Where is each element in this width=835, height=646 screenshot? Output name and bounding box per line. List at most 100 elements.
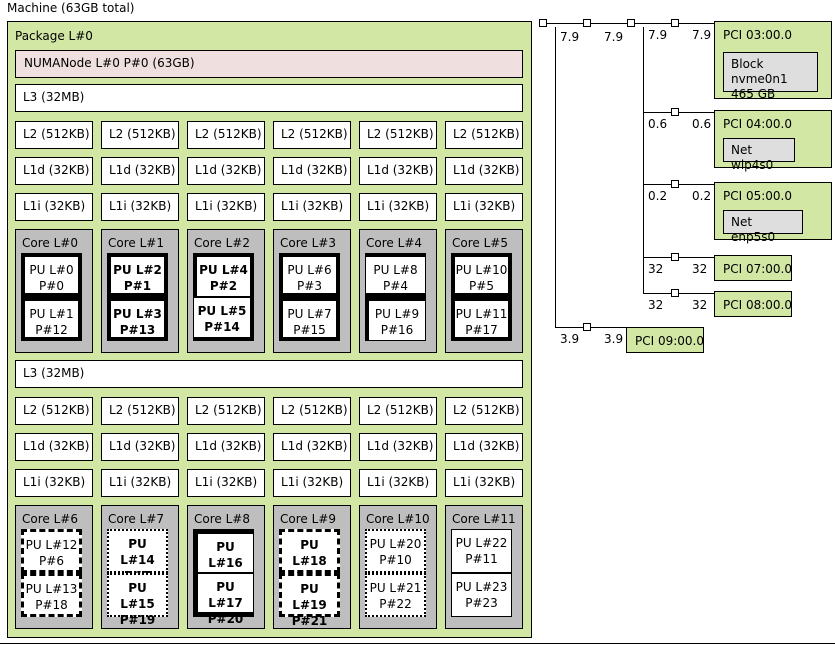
l1d-cache: L1d (32KB) <box>15 157 93 185</box>
l1d-cache: L1d (32KB) <box>101 433 179 461</box>
host-bridge-port <box>539 19 547 27</box>
l1i-cache: L1i (32KB) <box>187 469 265 497</box>
pu-box: PU L#10 P#5 <box>451 253 512 297</box>
package-label: Package L#0 <box>15 29 93 43</box>
core-box: Core L#0 PU L#0 P#0 PU L#1 P#12 <box>15 229 93 353</box>
bw-label: 3.9 <box>604 332 624 346</box>
bw-label: 32 <box>692 262 708 276</box>
l1d-cache: L1d (32KB) <box>15 433 93 461</box>
pu-box: PU L#17 P#20 <box>193 573 254 626</box>
l1i-cache: L1i (32KB) <box>273 469 351 497</box>
bw-label: 32 <box>648 262 664 276</box>
l2-cache-label: L2 (512KB) <box>281 127 348 141</box>
l1i-cache: L1i (32KB) <box>15 469 93 497</box>
l2-cache-label: L2 (512KB) <box>23 403 90 417</box>
l1d-cache-label: L1d (32KB) <box>453 439 520 453</box>
core-label: Core L#2 <box>194 236 250 250</box>
l2-cache-label: L2 (512KB) <box>109 403 176 417</box>
l2-cache-label: L2 (512KB) <box>23 127 90 141</box>
l1i-cache-label: L1i (32KB) <box>453 475 516 489</box>
l1d-cache: L1d (32KB) <box>445 157 523 185</box>
l1i-cache-label: L1i (32KB) <box>453 199 516 213</box>
pci-port <box>671 108 679 116</box>
pu-box: PU L#19 P#21 <box>279 573 340 628</box>
core-box: Core L#10 PU L#20 P#10 PU L#21 P#22 <box>359 505 437 629</box>
pu-box: PU L#18 P#9 <box>279 529 340 584</box>
pu-box: PU L#16 P#8 <box>193 529 254 586</box>
l1d-cache: L1d (32KB) <box>187 157 265 185</box>
l2-cache: L2 (512KB) <box>359 397 437 425</box>
pci-device-box: PCI 07:00.0 <box>714 255 792 281</box>
l1d-cache-label: L1d (32KB) <box>367 163 434 177</box>
core-label: Core L#9 <box>280 512 336 526</box>
bw-label: 7.9 <box>560 30 580 44</box>
pu-box: PU L#0 P#0 <box>21 253 82 297</box>
core-label: Core L#11 <box>452 512 516 526</box>
l2-cache: L2 (512KB) <box>273 121 351 149</box>
l2-cache: L2 (512KB) <box>445 397 523 425</box>
os-device-box: Net enp5s0 <box>723 210 803 244</box>
l1i-cache-label: L1i (32KB) <box>109 475 172 489</box>
l2-cache-label: L2 (512KB) <box>109 127 176 141</box>
l2-cache-label: L2 (512KB) <box>453 403 520 417</box>
l1d-cache-label: L1d (32KB) <box>281 439 348 453</box>
pci-device-box: PCI 03:00.0 Block nvme0n1 465 GB <box>714 21 832 101</box>
core-label: Core L#0 <box>22 236 78 250</box>
l2-cache: L2 (512KB) <box>15 397 93 425</box>
l1d-cache: L1d (32KB) <box>101 157 179 185</box>
bottom-divider <box>0 643 835 644</box>
numa-node: NUMANode L#0 P#0 (63GB) <box>15 50 523 78</box>
pci-device-label: PCI 04:00.0 <box>723 117 792 131</box>
bw-label: 0.6 <box>692 117 712 131</box>
pu-box: PU L#11 P#17 <box>451 297 512 341</box>
bridge-port-3 <box>671 19 679 27</box>
pci-device-label: PCI 07:00.0 <box>723 262 792 276</box>
pci-device-label: PCI 09:00.0 <box>635 334 704 348</box>
l1i-cache-label: L1i (32KB) <box>281 199 344 213</box>
core-label: Core L#6 <box>22 512 78 526</box>
l2-cache-label: L2 (512KB) <box>367 403 434 417</box>
l2-cache: L2 (512KB) <box>101 397 179 425</box>
l1i-cache-label: L1i (32KB) <box>367 199 430 213</box>
core-box: Core L#2 PU L#4 P#2 PU L#5 P#14 <box>187 229 265 353</box>
pu-box: PU L#8 P#4 <box>365 253 426 297</box>
l1i-cache: L1i (32KB) <box>187 193 265 221</box>
l1i-cache: L1i (32KB) <box>359 193 437 221</box>
l1d-cache-label: L1d (32KB) <box>23 439 90 453</box>
pci-port <box>671 289 679 297</box>
l2-cache-label: L2 (512KB) <box>281 403 348 417</box>
pu-box: PU L#1 P#12 <box>21 297 82 341</box>
pu-box: PU L#5 P#14 <box>193 297 254 341</box>
l1d-cache: L1d (32KB) <box>359 157 437 185</box>
pu-box: PU L#4 P#2 <box>193 253 254 297</box>
pu-box: PU L#22 P#11 <box>451 529 512 573</box>
l1d-cache: L1d (32KB) <box>187 433 265 461</box>
core-box: Core L#7 PU L#14 P#7PU L#15 P#19 <box>101 505 179 629</box>
pu-box: PU L#7 P#15 <box>279 297 340 341</box>
l1i-cache: L1i (32KB) <box>273 193 351 221</box>
pci-device-box: PCI 09:00.0 <box>626 327 704 353</box>
bw-label: 0.2 <box>648 189 668 203</box>
core-box: Core L#9 PU L#18 P#9PU L#19 P#21 <box>273 505 351 629</box>
pci-port <box>671 253 679 261</box>
core-label: Core L#4 <box>366 236 422 250</box>
pu-box: PU L#20 P#10 <box>365 529 426 573</box>
l2-cache: L2 (512KB) <box>101 121 179 149</box>
l1i-cache-label: L1i (32KB) <box>23 475 86 489</box>
pci-device-label: PCI 03:00.0 <box>723 28 792 42</box>
pu-box: PU L#12 P#6 <box>21 529 82 573</box>
l2-cache: L2 (512KB) <box>187 397 265 425</box>
l2-cache-label: L2 (512KB) <box>195 403 262 417</box>
pci-port <box>583 323 591 331</box>
l1i-cache: L1i (32KB) <box>101 469 179 497</box>
pci-device-label: PCI 08:00.0 <box>723 298 792 312</box>
l1i-cache-label: L1i (32KB) <box>23 199 86 213</box>
bus-line-main <box>555 27 556 327</box>
l2-cache: L2 (512KB) <box>445 121 523 149</box>
l1i-cache: L1i (32KB) <box>101 193 179 221</box>
l1i-cache: L1i (32KB) <box>445 469 523 497</box>
l1i-cache-label: L1i (32KB) <box>109 199 172 213</box>
core-box: Core L#11 PU L#22 P#11 PU L#23 P#23 <box>445 505 523 629</box>
bw-label: 32 <box>692 298 708 312</box>
core-label: Core L#3 <box>280 236 336 250</box>
